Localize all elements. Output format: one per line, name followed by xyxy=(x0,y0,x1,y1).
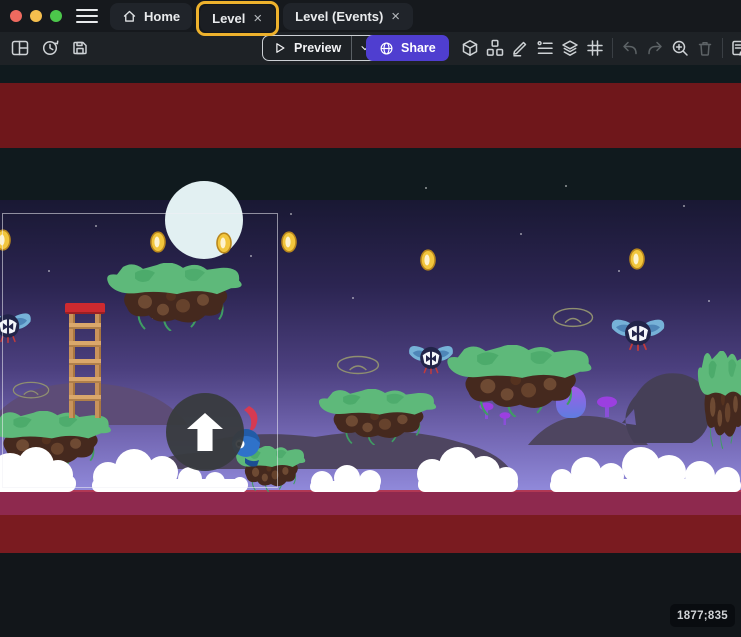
cursor-coordinates: 1877;835 xyxy=(670,604,735,627)
menu-icon[interactable] xyxy=(76,9,98,24)
preview-label: Preview xyxy=(294,41,341,55)
floating-island[interactable] xyxy=(697,351,741,449)
star xyxy=(708,300,710,302)
toolbar-right-group xyxy=(458,36,741,60)
bat-enemy[interactable] xyxy=(608,313,668,353)
bat-enemy[interactable] xyxy=(0,307,34,345)
star xyxy=(520,233,522,235)
star xyxy=(95,225,97,227)
ellipse-placeholder[interactable] xyxy=(336,355,380,377)
tab-label: Home xyxy=(144,9,180,24)
coin[interactable] xyxy=(216,232,232,254)
close-tab-icon[interactable]: × xyxy=(390,9,401,24)
ladder-rung xyxy=(69,359,101,365)
play-icon xyxy=(273,41,287,55)
ladder-rung xyxy=(69,341,101,347)
tab-level[interactable]: Level × xyxy=(200,5,275,32)
coin[interactable] xyxy=(281,231,297,253)
preview-button-main[interactable]: Preview xyxy=(263,41,351,55)
share-label: Share xyxy=(401,41,436,55)
bat-enemy[interactable] xyxy=(406,340,456,376)
home-icon xyxy=(122,9,137,24)
floating-island[interactable] xyxy=(105,263,245,331)
scene-canvas[interactable]: 1877;835 xyxy=(0,65,741,637)
upper-red-band xyxy=(0,83,741,148)
ellipse-placeholder[interactable] xyxy=(552,307,594,330)
zoom-in-icon[interactable] xyxy=(668,36,692,60)
history-icon[interactable] xyxy=(38,36,62,60)
layers-icon[interactable] xyxy=(558,36,582,60)
save-icon[interactable] xyxy=(68,36,92,60)
instances-icon[interactable] xyxy=(533,36,557,60)
toolbar-separator xyxy=(612,38,613,58)
globe-icon xyxy=(379,41,394,56)
object-groups-icon[interactable] xyxy=(483,36,507,60)
out-of-world-band xyxy=(0,65,741,83)
ground-top-strip xyxy=(0,490,741,515)
tab-label: Level (Events) xyxy=(295,9,383,24)
coin[interactable] xyxy=(629,248,645,270)
ellipse-placeholder[interactable] xyxy=(12,381,50,401)
app-window: Home Level × Level (Events) × xyxy=(0,0,741,637)
undo-icon[interactable] xyxy=(618,36,642,60)
jump-button[interactable] xyxy=(166,393,244,471)
ground-bottom-strip xyxy=(0,515,741,553)
ladder-top-cap xyxy=(65,303,105,314)
coin[interactable] xyxy=(0,229,11,251)
star xyxy=(48,270,50,272)
star xyxy=(565,185,567,187)
purple-mushroom xyxy=(595,395,619,417)
preview-button[interactable]: Preview xyxy=(262,35,379,61)
ladder[interactable] xyxy=(67,303,103,418)
traffic-lights xyxy=(10,10,62,22)
minimize-window-button[interactable] xyxy=(30,10,42,22)
share-button[interactable]: Share xyxy=(366,35,449,61)
toolbar-left-group xyxy=(8,36,92,60)
redo-icon[interactable] xyxy=(643,36,667,60)
star xyxy=(352,297,354,299)
coin[interactable] xyxy=(420,249,436,271)
ladder-rung xyxy=(69,395,101,401)
title-bar: Home Level × Level (Events) × xyxy=(0,0,741,32)
star xyxy=(683,205,685,207)
properties-icon[interactable] xyxy=(508,36,532,60)
tab-highlight-frame: Level × xyxy=(196,1,279,36)
up-arrow-icon xyxy=(187,413,223,451)
edit-events-icon[interactable] xyxy=(728,36,741,60)
ladder-rung xyxy=(69,377,101,383)
tab-label: Level xyxy=(212,11,245,26)
tab-level-events[interactable]: Level (Events) × xyxy=(283,3,413,30)
toolbar-separator xyxy=(722,38,723,58)
editor-toolbar: Preview Share xyxy=(0,32,741,65)
ladder-rung xyxy=(69,323,101,329)
close-tab-icon[interactable]: × xyxy=(252,11,263,26)
star xyxy=(425,187,427,189)
panels-icon[interactable] xyxy=(8,36,32,60)
star xyxy=(250,255,252,257)
maximize-window-button[interactable] xyxy=(50,10,62,22)
clouds xyxy=(0,437,741,492)
out-of-world-band xyxy=(0,148,741,200)
objects-icon[interactable] xyxy=(458,36,482,60)
tab-bar: Home Level × Level (Events) × xyxy=(110,0,413,32)
star xyxy=(290,213,292,215)
editor-background xyxy=(0,553,741,637)
star xyxy=(618,270,620,272)
tab-home[interactable]: Home xyxy=(110,3,192,30)
floating-island[interactable] xyxy=(445,345,595,417)
close-window-button[interactable] xyxy=(10,10,22,22)
coin[interactable] xyxy=(150,231,166,253)
delete-icon[interactable] xyxy=(693,36,717,60)
grid-icon[interactable] xyxy=(583,36,607,60)
